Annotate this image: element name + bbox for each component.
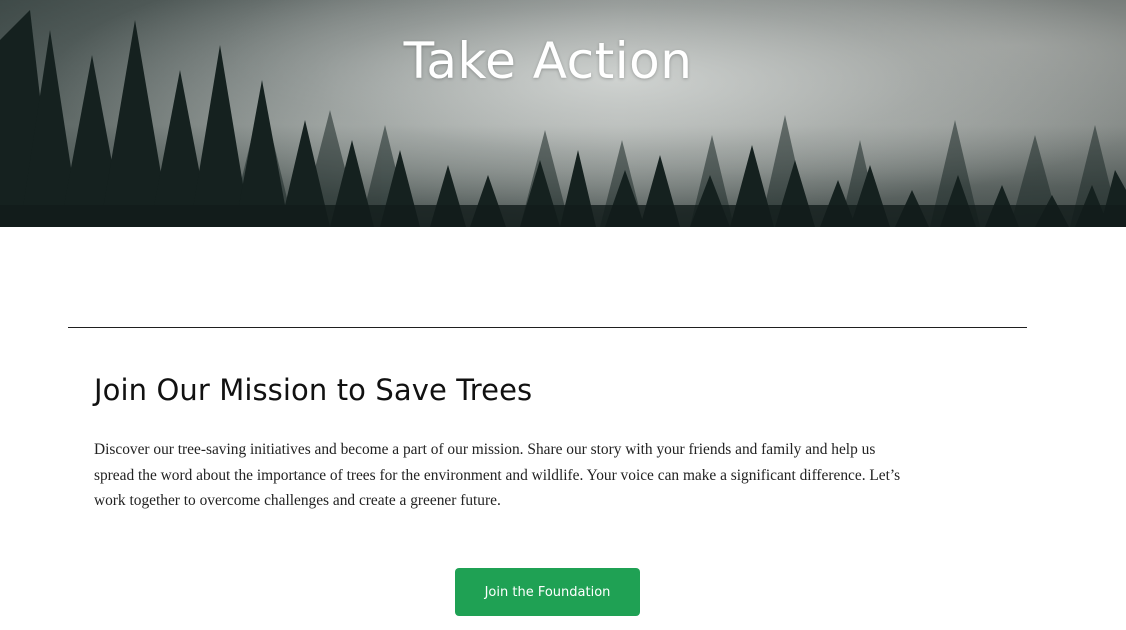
mission-description: Discover our tree-saving initiatives and… bbox=[94, 441, 901, 509]
mission-heading: Join Our Mission to Save Trees bbox=[94, 373, 533, 407]
hero-banner: Take Action bbox=[0, 0, 1126, 227]
section-divider bbox=[68, 327, 1027, 328]
join-foundation-button[interactable]: Join the Foundation bbox=[455, 568, 640, 616]
page-title: Take Action bbox=[403, 32, 693, 90]
